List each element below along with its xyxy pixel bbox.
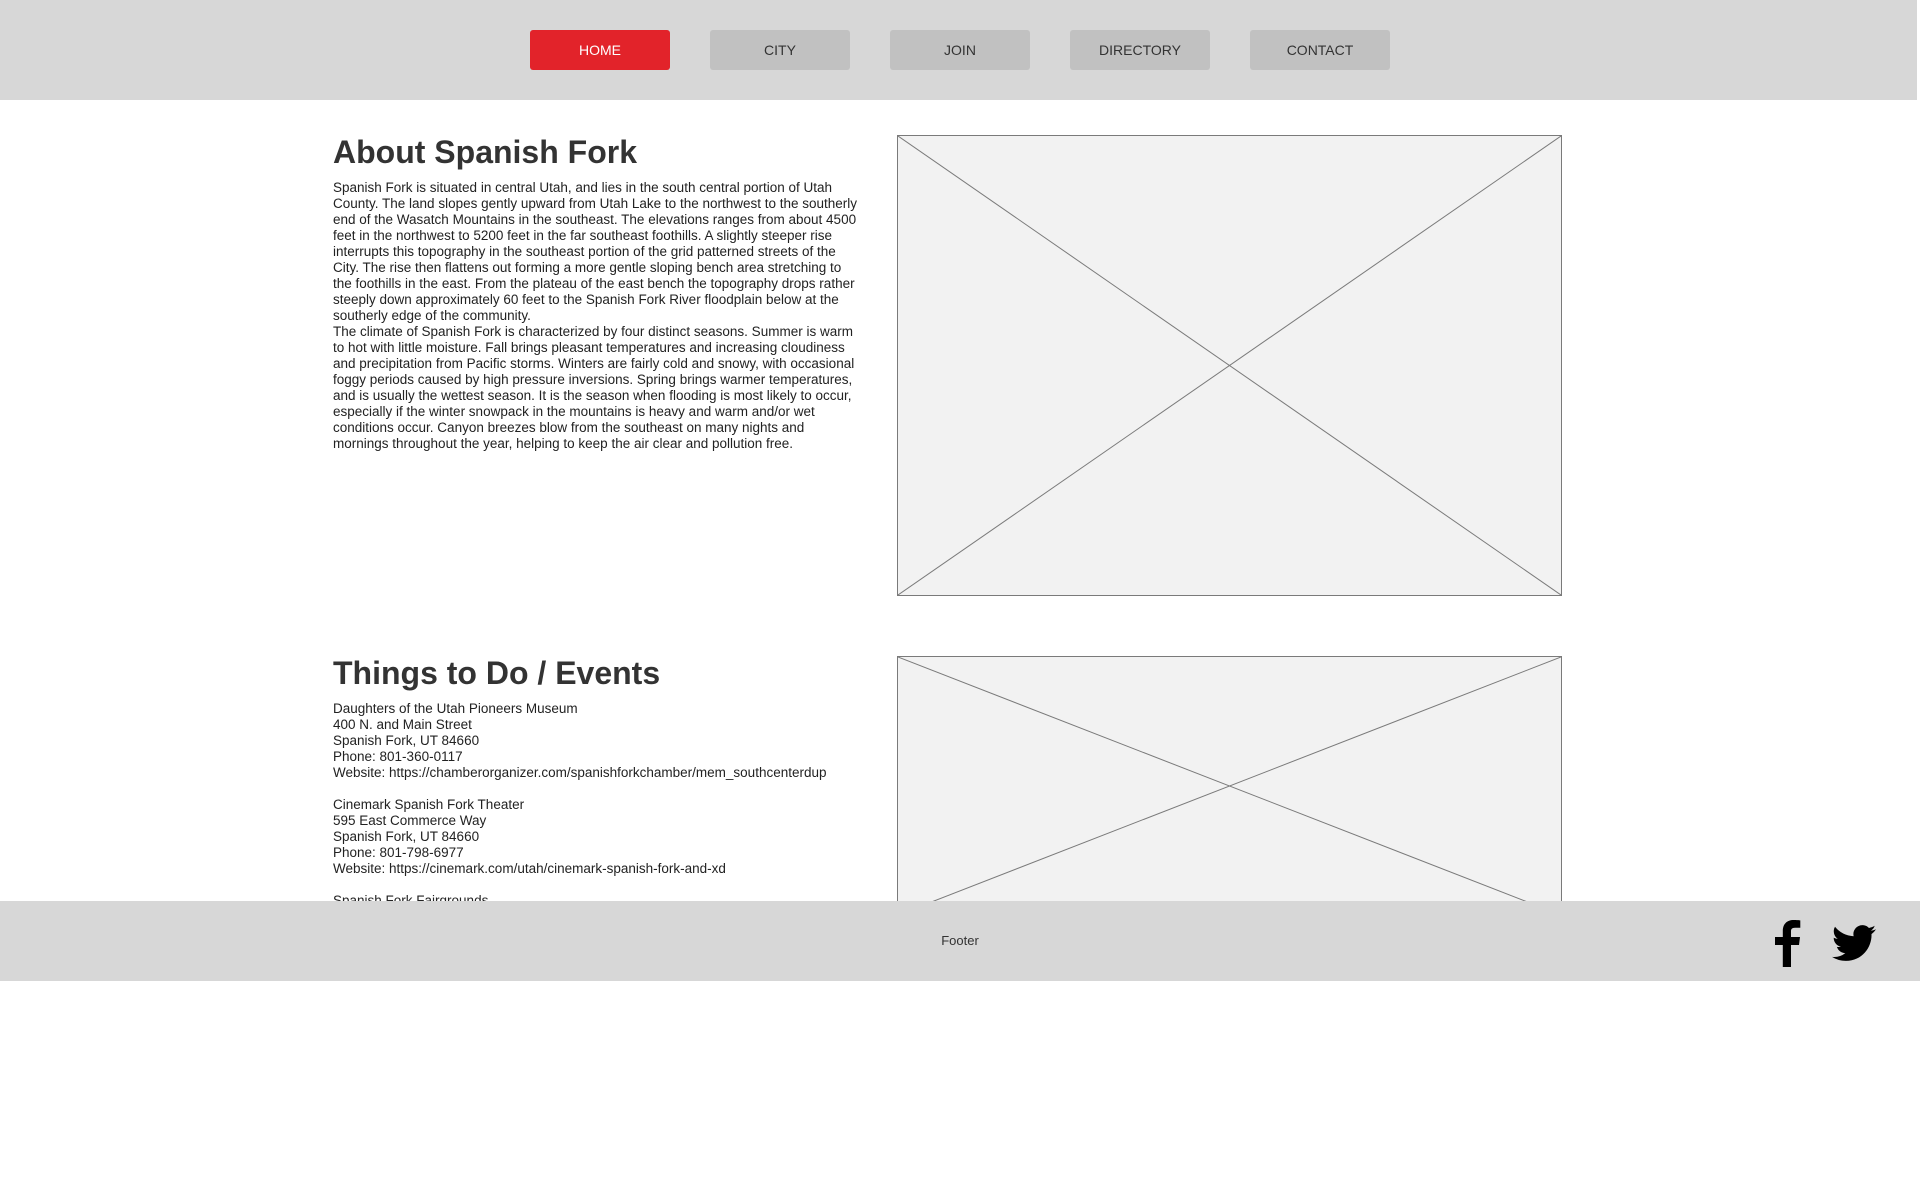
footer-text: Footer xyxy=(941,933,979,948)
event-phone: Phone: 801-360-0117 xyxy=(333,749,463,764)
event-website: Website: https://cinemark.com/utah/cinem… xyxy=(333,861,726,876)
about-text: Spanish Fork is situated in central Utah… xyxy=(333,180,858,452)
events-image-placeholder xyxy=(897,656,1562,901)
nav-join-button[interactable]: JOIN xyxy=(890,30,1030,70)
event-website: Website: https://chamberorganizer.com/sp… xyxy=(333,765,827,780)
main-content: About Spanish Fork Spanish Fork is situa… xyxy=(0,100,1920,901)
nav-directory-button[interactable]: DIRECTORY xyxy=(1070,30,1210,70)
facebook-icon[interactable] xyxy=(1768,917,1804,967)
event-name: Daughters of the Utah Pioneers Museum xyxy=(333,701,578,716)
image-placeholder-cross xyxy=(898,657,1561,901)
nav-contact-button[interactable]: CONTACT xyxy=(1250,30,1390,70)
image-placeholder-cross xyxy=(898,136,1561,595)
event-name: Cinemark Spanish Fork Theater xyxy=(333,797,525,812)
event-name: Spanish Fork Fairgrounds xyxy=(333,893,489,901)
events-list: Daughters of the Utah Pioneers Museum 40… xyxy=(333,701,893,901)
about-image-placeholder xyxy=(897,135,1562,596)
about-heading: About Spanish Fork xyxy=(333,134,637,170)
event-address: 400 N. and Main Street xyxy=(333,717,472,732)
nav-home-button[interactable]: HOME xyxy=(530,30,670,70)
footer: Footer xyxy=(0,901,1920,981)
twitter-icon[interactable] xyxy=(1829,921,1879,965)
about-paragraph-1: Spanish Fork is situated in central Utah… xyxy=(333,180,858,323)
event-phone: Phone: 801-798-6977 xyxy=(333,845,464,860)
event-address: 595 East Commerce Way xyxy=(333,813,487,828)
event-city: Spanish Fork, UT 84660 xyxy=(333,733,480,748)
events-heading: Things to Do / Events xyxy=(333,655,661,691)
event-city: Spanish Fork, UT 84660 xyxy=(333,829,480,844)
nav-city-button[interactable]: CITY xyxy=(710,30,850,70)
about-paragraph-2: The climate of Spanish Fork is character… xyxy=(333,324,855,451)
top-nav-bar: HOME CITY JOIN DIRECTORY CONTACT xyxy=(0,0,1917,100)
